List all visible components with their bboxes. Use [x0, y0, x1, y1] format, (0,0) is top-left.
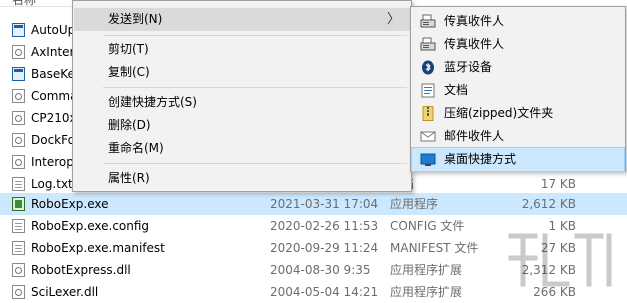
file-name: RoboExp.exe: [31, 197, 109, 211]
menu-item-label: 重命名(M): [108, 141, 164, 155]
mail-icon: [420, 131, 436, 142]
dll-icon: [12, 285, 25, 299]
file-date: 2020-02-26 11:53: [270, 219, 379, 233]
context-menu: 发送到(N) 〉 剪切(T) 复制(C) 创建快捷方式(S) 删除(D) 重命名…: [72, 0, 412, 192]
submenu-item-label: 桌面快捷方式: [444, 152, 517, 166]
submenu-item-label: 文档: [444, 83, 469, 97]
menu-item-label: 属性(R): [108, 171, 150, 185]
app-icon: [12, 23, 25, 37]
file-type: CONFIG 文件: [390, 219, 465, 233]
dll-icon: [12, 89, 25, 103]
document-icon: [421, 83, 435, 98]
menu-separator: [103, 87, 407, 88]
submenu-item-label: 传真收件人: [444, 37, 505, 51]
submenu-item-fax[interactable]: 传真收件人: [412, 33, 624, 56]
file-type: 应用程序扩展: [390, 285, 463, 299]
doc-icon: [12, 219, 25, 233]
menu-item-label: 剪切(T): [108, 42, 149, 56]
submenu-item-desktop-shortcut[interactable]: 桌面快捷方式: [411, 147, 625, 172]
file-name: Log.txt: [31, 177, 73, 191]
file-size: 2,612 KB: [521, 197, 576, 211]
dll-icon: [12, 133, 25, 147]
file-name: Interop: [31, 155, 74, 169]
dll-icon: [12, 155, 25, 169]
watermark-logo: [508, 233, 612, 287]
submenu-item-zip-folder[interactable]: 压缩(zipped)文件夹: [412, 102, 624, 125]
file-row-selected[interactable]: RoboExp.exe 2021-03-31 17:04 应用程序 2,612 …: [0, 193, 627, 215]
file-name: RoboExp.exe.manifest: [31, 241, 165, 255]
send-to-submenu: 传真收件人 传真收件人 蓝牙设备 文档 压缩(zipped)文件夹 邮件收件人 …: [410, 6, 626, 172]
file-name: DockFo: [31, 133, 75, 147]
file-name: Comma: [31, 89, 78, 103]
zip-folder-icon: [422, 106, 434, 121]
file-type: MANIFEST 文件: [390, 241, 479, 255]
file-date: 2020-09-29 11:24: [270, 241, 379, 255]
chevron-right-icon: 〉: [386, 12, 400, 27]
menu-item-rename[interactable]: 重命名(M): [74, 137, 410, 160]
file-name: RoboExp.exe.config: [31, 219, 150, 233]
menu-item-copy[interactable]: 复制(C): [74, 61, 410, 84]
file-date: 2021-03-31 17:04: [270, 197, 379, 211]
submenu-item-bluetooth[interactable]: 蓝牙设备: [412, 56, 624, 79]
file-date: 2004-08-30 9:35: [270, 263, 371, 277]
exe-icon: [12, 197, 25, 211]
desktop-icon: [420, 153, 436, 166]
file-name: SciLexer.dll: [31, 285, 99, 299]
submenu-item-label: 压缩(zipped)文件夹: [444, 106, 554, 120]
menu-separator: [103, 163, 407, 164]
submenu-item-label: 蓝牙设备: [444, 60, 493, 74]
menu-item-label: 发送到(N): [108, 12, 163, 26]
file-name: BaseKe: [31, 67, 75, 81]
dll-icon: [12, 111, 25, 125]
file-size: 17 KB: [540, 177, 576, 191]
fax-icon: [420, 37, 436, 51]
file-type: 应用程序扩展: [390, 263, 463, 277]
menu-item-label: 创建快捷方式(S): [108, 95, 197, 109]
menu-item-label: 复制(C): [108, 65, 150, 79]
menu-item-cut[interactable]: 剪切(T): [74, 38, 410, 61]
menu-item-label: 删除(D): [108, 118, 151, 132]
app-icon: [12, 67, 25, 81]
menu-item-create-shortcut[interactable]: 创建快捷方式(S): [74, 91, 410, 114]
submenu-item-documents[interactable]: 文档: [412, 79, 624, 102]
submenu-item-mail[interactable]: 邮件收件人: [412, 125, 624, 148]
fax-icon: [420, 14, 436, 28]
submenu-item-fax[interactable]: 传真收件人: [412, 10, 624, 33]
name-column-header[interactable]: 名称: [12, 0, 36, 6]
file-date: 2004-05-04 14:21: [270, 285, 379, 299]
dll-icon: [12, 45, 25, 59]
bluetooth-icon: [422, 60, 434, 75]
doc-icon: [12, 177, 25, 191]
menu-item-delete[interactable]: 删除(D): [74, 114, 410, 137]
file-name: AutoUp: [31, 23, 76, 37]
submenu-item-label: 邮件收件人: [444, 129, 505, 143]
file-name: RobotExpress.dll: [31, 263, 131, 277]
menu-item-send-to[interactable]: 发送到(N) 〉: [74, 8, 410, 31]
submenu-item-label: 传真收件人: [444, 14, 505, 28]
menu-separator: [103, 35, 407, 36]
dll-icon: [12, 263, 25, 277]
file-name: CP210x: [31, 111, 77, 125]
doc-icon: [12, 241, 25, 255]
file-name: AxInter: [31, 45, 75, 59]
menu-item-properties[interactable]: 属性(R): [74, 167, 410, 190]
file-type: 应用程序: [390, 197, 439, 211]
